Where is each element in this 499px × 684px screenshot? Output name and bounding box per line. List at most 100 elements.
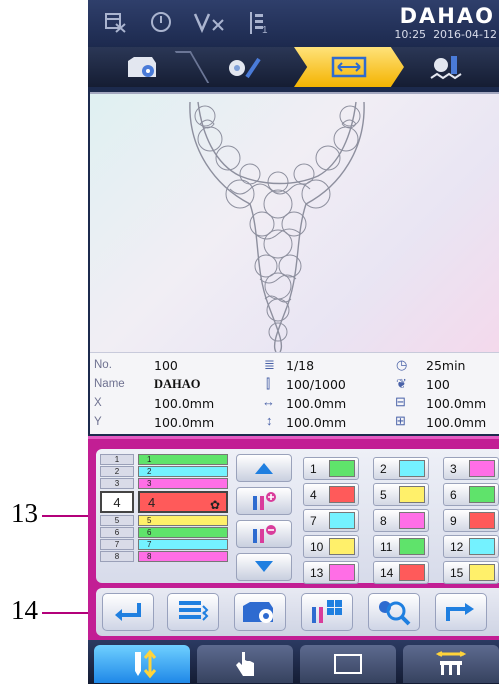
palette-button-3[interactable]: 3 xyxy=(443,457,499,480)
info-no-value: 100 xyxy=(154,358,178,373)
color-count-icon: ≣ xyxy=(264,357,275,372)
info-no-label: No. xyxy=(94,359,112,371)
up-arrow-icon xyxy=(255,463,273,474)
info-x-value: 100.0mm xyxy=(154,396,215,411)
palette-button-13[interactable]: 13 xyxy=(303,561,359,584)
needle-position-icon: 1 xyxy=(240,10,274,36)
delete-color-button[interactable] xyxy=(236,520,292,548)
height-icon: ↕ xyxy=(266,413,273,428)
palette-button-5[interactable]: 5 xyxy=(373,483,429,506)
info-y-label: Y xyxy=(94,416,102,428)
needle-row[interactable]: 3 3 xyxy=(100,478,228,489)
palette-button-4[interactable]: 4 xyxy=(303,483,359,506)
info-colors: 1/18 xyxy=(286,358,315,373)
clock-time: 10:25 xyxy=(394,28,427,41)
palette-button-8[interactable]: 8 xyxy=(373,509,429,532)
callout-14: 14 xyxy=(11,595,38,625)
magnifier-icon xyxy=(379,601,411,626)
needle-index: 6 xyxy=(100,527,134,538)
clock-date: 2016-04-12 xyxy=(433,28,497,41)
color-sequence-area: 1 1 2 2 3 3 4 4 ✿ 5 5 6 6 7 7 8 8 1 2 3 … xyxy=(88,436,499,585)
scroll-down-button[interactable] xyxy=(236,553,292,581)
needle-index: 5 xyxy=(100,515,134,526)
needle-index: 2 xyxy=(100,466,134,477)
palette-label: 4 xyxy=(310,487,317,502)
nav-manual-operation[interactable] xyxy=(197,645,293,683)
power-icon xyxy=(148,10,174,36)
palette-label: 8 xyxy=(380,513,387,528)
palette-button-2[interactable]: 2 xyxy=(373,457,429,480)
palette-button-14[interactable]: 14 xyxy=(373,561,429,584)
return-button[interactable] xyxy=(102,593,154,631)
palette-swatch xyxy=(329,538,355,555)
palette-button-6[interactable]: 6 xyxy=(443,483,499,506)
palette-swatch xyxy=(469,538,495,555)
palette-label: 11 xyxy=(380,539,393,554)
hand-pointer-icon xyxy=(236,652,254,676)
needle-row[interactable]: 7 7 xyxy=(100,539,228,550)
next-button[interactable] xyxy=(435,593,487,631)
needle-color: 4 ✿ xyxy=(138,491,228,513)
pattern-folder-icon xyxy=(243,602,273,623)
brand-logo: DAHAO xyxy=(399,4,495,28)
info-y-value: 100.0mm xyxy=(154,415,215,430)
color-list-button[interactable] xyxy=(167,593,219,631)
palette-button-12[interactable]: 12 xyxy=(443,535,499,558)
needle-index: 7 xyxy=(100,539,134,550)
palette-button-7[interactable]: 7 xyxy=(303,509,359,532)
info-time: 25min xyxy=(426,358,466,373)
palette-label: 5 xyxy=(380,487,387,502)
palette-label: 2 xyxy=(380,461,387,476)
pattern-button[interactable] xyxy=(234,593,286,631)
needle-setting-button[interactable] xyxy=(301,593,353,631)
needle-row[interactable]: 8 8 xyxy=(100,551,228,562)
palette-button-15[interactable]: 15 xyxy=(443,561,499,584)
clock-icon: ◷ xyxy=(396,357,408,372)
needle-color: 8 xyxy=(138,551,228,562)
frame-height-icon: ⊞ xyxy=(395,413,406,428)
palette-button-1[interactable]: 1 xyxy=(303,457,359,480)
step-pattern-edit[interactable] xyxy=(188,47,298,87)
needle-row[interactable]: 2 2 xyxy=(100,466,228,477)
needle-row[interactable]: 5 5 xyxy=(100,515,228,526)
needle-row-selected[interactable]: 4 4 ✿ xyxy=(100,491,228,513)
needle-row[interactable]: 1 1 xyxy=(100,454,228,465)
palette-swatch xyxy=(399,512,425,529)
current-pattern-icon: ✿ xyxy=(209,498,220,512)
palette-label: 7 xyxy=(310,513,317,528)
needle-color: 5 xyxy=(138,515,228,526)
step-frame-setting[interactable] xyxy=(294,47,404,87)
speed-icon: ❦ xyxy=(396,376,407,391)
palette-label: 1 xyxy=(310,461,317,476)
palette-swatch xyxy=(469,512,495,529)
callout-13: 13 xyxy=(11,498,38,528)
palette-swatch xyxy=(329,564,355,581)
needle-color-label: 4 xyxy=(148,495,156,510)
info-frame-w: 100.0mm xyxy=(426,396,487,411)
palette-label: 10 xyxy=(310,539,324,554)
needle-index: 3 xyxy=(100,478,134,489)
pattern-preview[interactable] xyxy=(90,92,499,353)
scroll-up-button[interactable] xyxy=(236,454,292,482)
palette-swatch xyxy=(329,486,355,503)
needle-row[interactable]: 6 6 xyxy=(100,527,228,538)
bottom-nav xyxy=(88,640,499,684)
pattern-search-button[interactable] xyxy=(368,593,420,631)
nav-color-sequence[interactable] xyxy=(94,645,190,683)
palette-button-10[interactable]: 10 xyxy=(303,535,359,558)
needle-bar-icon xyxy=(435,651,467,675)
palette-button-9[interactable]: 9 xyxy=(443,509,499,532)
insert-color-button[interactable] xyxy=(236,487,292,515)
palette-button-11[interactable]: 11 xyxy=(373,535,429,558)
nav-frame[interactable] xyxy=(300,645,396,683)
step-embroider[interactable] xyxy=(394,47,499,87)
palette-label: 9 xyxy=(450,513,457,528)
embroidery-pattern-drawing xyxy=(189,101,365,353)
needle-color: 1 xyxy=(138,454,228,465)
status-header: 1 DAHAO 10:25 2016-04-12 xyxy=(88,0,499,46)
return-icon xyxy=(115,603,141,621)
nav-needle-bar[interactable] xyxy=(403,645,499,683)
needle-add-icon xyxy=(253,492,276,510)
action-bar xyxy=(88,585,499,640)
info-frame-h: 100.0mm xyxy=(426,415,487,430)
